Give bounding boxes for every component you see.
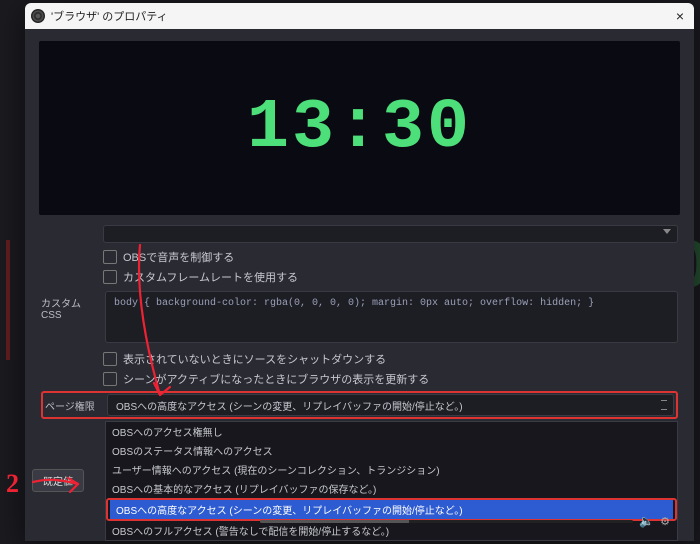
perm-option-none[interactable]: OBSへのアクセス権無し <box>106 422 677 441</box>
collapsed-url-field[interactable] <box>103 225 678 243</box>
perm-option-status[interactable]: OBSのステータス情報へのアクセス <box>106 441 677 460</box>
dialog-body: 13:30 OBSで音声を制御する カスタムフレームレートを使用する カスタム … <box>25 29 694 541</box>
gear-icon[interactable]: ⚙ <box>660 515 670 528</box>
page-permission-select[interactable]: OBSへの高度なアクセス (シーンの変更、リプレイバッファの開始/停止など。) <box>107 394 674 416</box>
page-permission-value: OBSへの高度なアクセス (シーンの変更、リプレイバッファの開始/停止など。) <box>116 398 463 413</box>
control-audio-row[interactable]: OBSで音声を制御する <box>103 249 678 265</box>
control-audio-label: OBSで音声を制御する <box>123 249 234 265</box>
checkbox-icon[interactable] <box>103 250 117 264</box>
custom-fps-label: カスタムフレームレートを使用する <box>123 269 298 285</box>
checkbox-icon[interactable] <box>103 372 117 386</box>
close-icon[interactable]: × <box>672 8 688 24</box>
window-title: 'ブラウザ' のプロパティ <box>51 8 168 24</box>
perm-option-user[interactable]: ユーザー情報へのアクセス (現在のシーンコレクション、トランジション) <box>106 460 677 479</box>
custom-css-label: カスタム CSS <box>41 291 97 321</box>
page-permission-label: ページ権限 <box>45 398 101 413</box>
checkbox-icon[interactable] <box>103 270 117 284</box>
perm-option-basic[interactable]: OBSへの基本的なアクセス (リプレイバッファの保存など。) <box>106 479 677 498</box>
obs-logo-icon <box>31 9 45 23</box>
custom-fps-row[interactable]: カスタムフレームレートを使用する <box>103 269 678 285</box>
audio-meter <box>260 520 633 523</box>
background-app-strip <box>0 0 25 541</box>
titlebar: 'ブラウザ' のプロパティ × <box>25 3 694 29</box>
properties-dialog: 'ブラウザ' のプロパティ × 13:30 OBSで音声を制御する カスタムフレ… <box>25 3 694 541</box>
custom-css-row: カスタム CSS body { background-color: rgba(0… <box>41 291 678 343</box>
refresh-active-label: シーンがアクティブになったときにブラウザの表示を更新する <box>123 371 429 387</box>
shutdown-hidden-row[interactable]: 表示されていないときにソースをシャットダウンする <box>103 351 678 367</box>
audio-mixer-strip: 🔈 ⚙ <box>260 511 670 531</box>
custom-css-textarea[interactable]: body { background-color: rgba(0, 0, 0, 0… <box>105 291 678 343</box>
defaults-button[interactable]: 既定値 <box>32 469 84 492</box>
preview-clock-text: 13:30 <box>247 89 472 168</box>
volume-icon[interactable]: 🔈 <box>639 514 654 528</box>
source-preview: 13:30 <box>39 41 680 215</box>
page-permission-row: ページ権限 OBSへの高度なアクセス (シーンの変更、リプレイバッファの開始/停… <box>45 394 674 416</box>
form-area: OBSで音声を制御する カスタムフレームレートを使用する カスタム CSS bo… <box>25 219 694 541</box>
annotation-highlight-select: ページ権限 OBSへの高度なアクセス (シーンの変更、リプレイバッファの開始/停… <box>41 391 678 419</box>
shutdown-hidden-label: 表示されていないときにソースをシャットダウンする <box>123 351 386 367</box>
checkbox-icon[interactable] <box>103 352 117 366</box>
refresh-active-row[interactable]: シーンがアクティブになったときにブラウザの表示を更新する <box>103 371 678 387</box>
